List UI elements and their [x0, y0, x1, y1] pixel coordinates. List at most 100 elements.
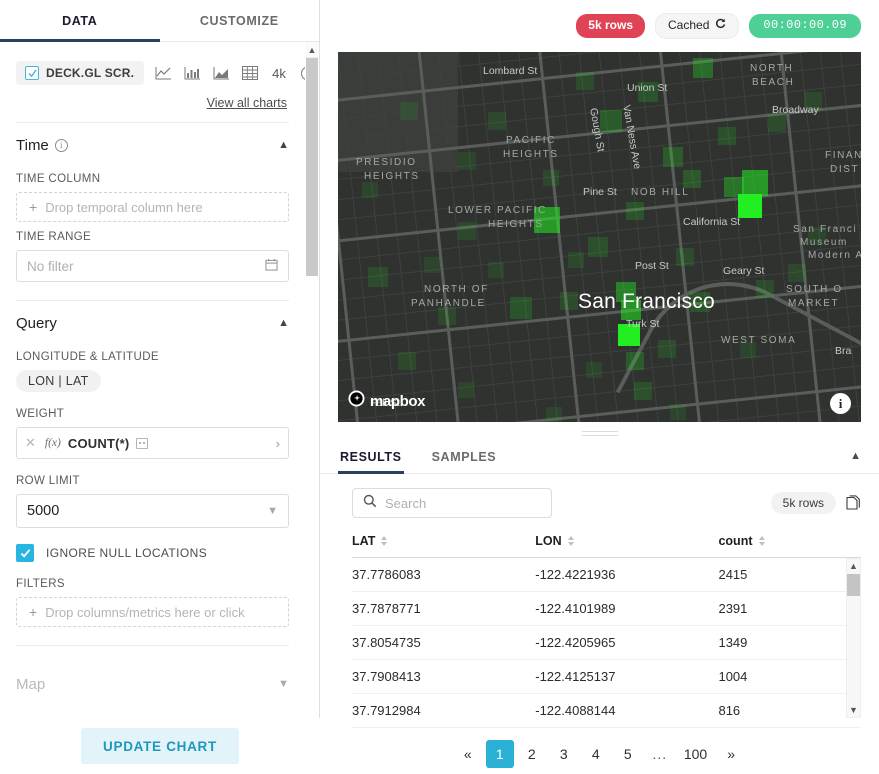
results-table-scrollbar[interactable]: ▲ ▼	[846, 558, 861, 718]
cached-badge[interactable]: Cached	[655, 13, 739, 39]
weight-metric-box[interactable]: ✕ f(x) COUNT(*) ›	[16, 427, 289, 459]
calendar-icon	[265, 258, 278, 274]
pagination-page[interactable]: 100	[678, 740, 713, 768]
map-data-cell	[788, 264, 806, 282]
map-street-label: Broadway	[772, 104, 819, 116]
table-row: 37.7912984-122.4088144816	[352, 694, 861, 728]
column-label: count	[718, 534, 752, 548]
map-data-cell	[670, 404, 686, 420]
chevron-right-icon[interactable]: ›	[276, 436, 282, 451]
time-section-header[interactable]: Time i ▲	[16, 137, 289, 164]
sort-icon[interactable]	[381, 536, 387, 546]
pagination-page[interactable]: 2	[518, 740, 546, 768]
row-limit-value: 5000	[27, 503, 59, 519]
map-place-label: LOWER PACIFIC	[448, 205, 547, 216]
table-icon[interactable]	[240, 63, 260, 83]
deckgl-map[interactable]: PRESIDIOHEIGHTSPACIFICHEIGHTSNORTHBEACHN…	[338, 52, 861, 422]
map-data-cell	[742, 170, 768, 196]
results-tabs: RESULTS SAMPLES ▲	[320, 444, 879, 474]
results-rows-pill: 5k rows	[771, 492, 836, 514]
chevron-down-icon[interactable]: ▼	[278, 679, 289, 690]
refresh-icon[interactable]	[715, 18, 726, 34]
area-chart-icon[interactable]	[211, 63, 231, 83]
panel-resize-handle[interactable]	[320, 422, 879, 444]
collapse-results-icon[interactable]: ▲	[850, 444, 861, 462]
lonlat-pill[interactable]: LON | LAT	[16, 370, 101, 392]
pagination-arrow[interactable]: «	[454, 740, 482, 768]
viz-type-chip[interactable]: DECK.GL SCR...	[16, 61, 144, 85]
map-data-cell	[362, 182, 378, 198]
line-chart-icon[interactable]	[153, 63, 173, 83]
map-place-label: NORTH OF	[424, 284, 489, 295]
map-data-cell	[600, 110, 622, 132]
chevron-up-icon[interactable]: ▲	[278, 140, 289, 151]
table-body: 37.7786083-122.4221936241537.7878771-122…	[352, 558, 861, 728]
scrollbar-thumb[interactable]	[847, 574, 860, 596]
map-place-label: HEIGHTS	[503, 149, 559, 160]
tab-customize[interactable]: CUSTOMIZE	[160, 0, 320, 41]
query-section-header[interactable]: Query ▲	[16, 315, 289, 342]
time-range-input[interactable]: No filter	[16, 250, 289, 282]
column-header-lat[interactable]: LAT	[352, 528, 535, 558]
remove-metric-icon[interactable]: ✕	[23, 435, 38, 451]
pagination-ellipsis: ...	[646, 740, 674, 768]
bar-chart-icon[interactable]	[182, 63, 202, 83]
row-limit-select[interactable]: 5000 ▼	[16, 494, 289, 528]
table-cell: 37.7786083	[352, 558, 535, 592]
pagination-page[interactable]: 4	[582, 740, 610, 768]
table-cell: -122.4125137	[535, 660, 718, 694]
map-data-cell	[693, 58, 713, 78]
view-all-charts-link[interactable]: View all charts	[207, 96, 287, 110]
search-input[interactable]	[385, 496, 541, 511]
mapbox-attribution[interactable]: mapbox	[348, 390, 425, 412]
scrollbar-thumb[interactable]	[306, 58, 318, 276]
map-data-cell	[718, 127, 736, 145]
pagination-arrow[interactable]: »	[717, 740, 745, 768]
time-column-dropzone[interactable]: + Drop temporal column here	[16, 192, 289, 222]
map-place-label: HEIGHTS	[364, 171, 420, 182]
column-header-count[interactable]: count	[718, 528, 861, 558]
map-canvas[interactable]: PRESIDIOHEIGHTSPACIFICHEIGHTSNORTHBEACHN…	[338, 52, 861, 422]
scrollbar-track[interactable]	[305, 58, 319, 774]
tab-results[interactable]: RESULTS	[338, 444, 404, 473]
map-place-label: Museum	[800, 237, 848, 248]
search-box[interactable]	[352, 488, 552, 518]
big-number-icon[interactable]: 4k	[269, 63, 289, 83]
pagination-page[interactable]: 3	[550, 740, 578, 768]
scroll-up-icon[interactable]: ▲	[305, 42, 319, 58]
sort-icon[interactable]	[759, 536, 765, 546]
map-data-cell	[368, 267, 388, 287]
sort-icon[interactable]	[568, 536, 574, 546]
tab-data[interactable]: DATA	[0, 0, 160, 41]
time-column-placeholder: Drop temporal column here	[45, 200, 203, 215]
scroll-down-icon[interactable]: ▼	[849, 703, 858, 717]
column-header-lon[interactable]: LON	[535, 528, 718, 558]
cached-label: Cached	[668, 18, 709, 34]
control-panel-scrollbar[interactable]: ▲	[305, 42, 319, 774]
tab-samples[interactable]: SAMPLES	[430, 444, 499, 473]
results-table-area: LAT LON count 37.7786083-122.42219362415…	[320, 528, 879, 728]
map-section-header[interactable]: Map ▼	[16, 660, 289, 693]
scroll-up-icon[interactable]: ▲	[849, 559, 858, 573]
map-place-label: FINAN	[825, 150, 861, 161]
update-chart-bar: UPDATE CHART	[0, 718, 320, 774]
map-place-label: HEIGHTS	[488, 219, 544, 230]
pagination-page[interactable]: 1	[486, 740, 514, 768]
map-data-cell	[658, 340, 676, 358]
filters-dropzone[interactable]: + Drop columns/metrics here or click	[16, 597, 289, 627]
map-data-cell	[543, 170, 559, 186]
ignore-null-locations-checkbox[interactable]: IGNORE NULL LOCATIONS	[16, 544, 289, 562]
map-data-cell	[398, 352, 416, 370]
map-info-icon[interactable]: i	[830, 393, 851, 414]
time-section: Time i ▲ TIME COLUMN + Drop temporal col…	[16, 122, 289, 286]
weight-metric-value: COUNT(*)	[68, 436, 130, 451]
map-data-cell	[663, 147, 683, 167]
info-icon[interactable]: i	[55, 139, 68, 152]
update-chart-button[interactable]: UPDATE CHART	[81, 728, 239, 764]
copy-icon[interactable]	[846, 495, 861, 511]
weight-label: WEIGHT	[16, 408, 289, 420]
query-section: Query ▲ LONGITUDE & LATITUDE LON | LAT W…	[16, 300, 289, 631]
chevron-up-icon[interactable]: ▲	[278, 318, 289, 329]
pagination-page[interactable]: 5	[614, 740, 642, 768]
map-data-cell	[568, 252, 584, 268]
